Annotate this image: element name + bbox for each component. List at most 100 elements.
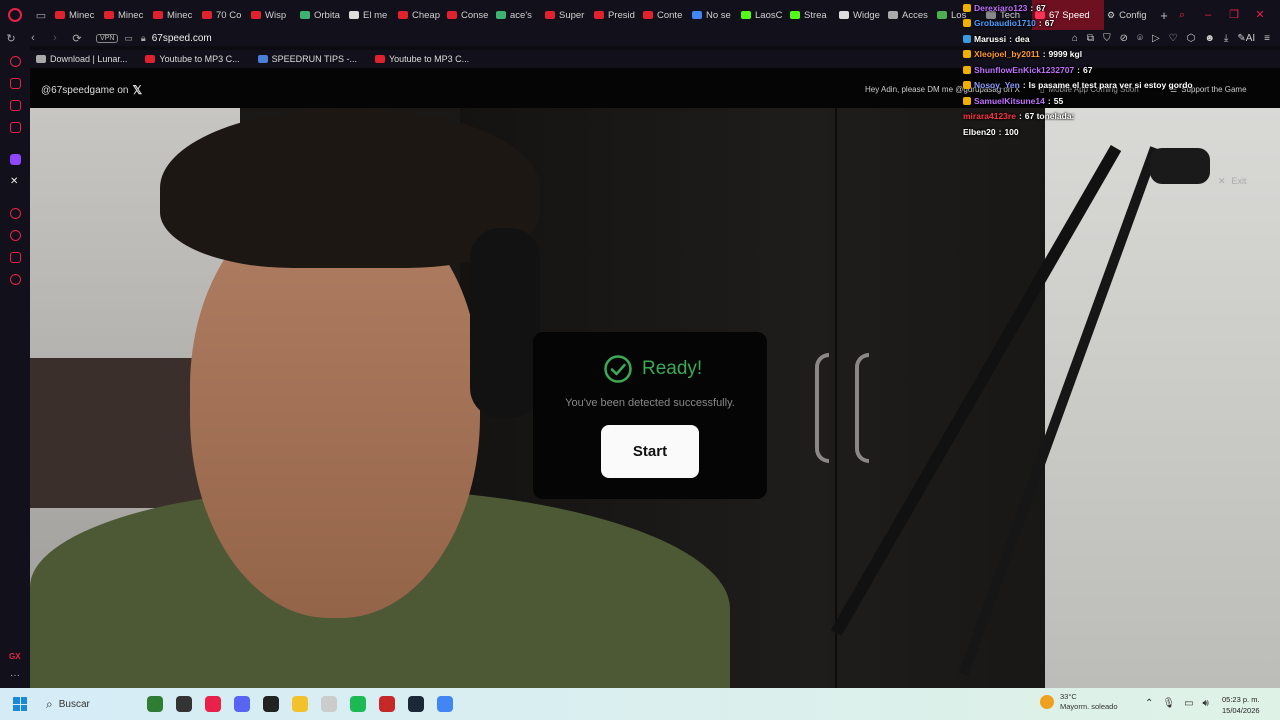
tab-favicon: [202, 11, 212, 19]
bookmark-item[interactable]: Download | Lunar...: [36, 54, 127, 64]
reload-tabs-icon[interactable]: ↻: [0, 32, 22, 45]
volume-icon[interactable]: 🔊︎: [1203, 698, 1209, 709]
taskbar-app-opera[interactable]: [198, 688, 227, 720]
taskbar-app-steam[interactable]: [401, 688, 430, 720]
tab[interactable]: Widge: [836, 0, 885, 30]
close-icon[interactable]: ✕: [1254, 9, 1266, 21]
download-icon[interactable]: ⤓: [1224, 33, 1228, 44]
tab-label: Conse: [461, 9, 489, 21]
chevron-up-icon[interactable]: ⌃: [1145, 698, 1153, 709]
ready-title: Ready!: [642, 358, 703, 379]
chat-message: Xleojoel_by2011:9999 kgl: [963, 47, 1203, 63]
tab[interactable]: Orbita: [297, 0, 346, 30]
wall-right: [1045, 108, 1280, 688]
chat-separator: :: [1042, 49, 1046, 60]
url-field[interactable]: 67speed.com: [152, 33, 212, 44]
taskbar-app-widgets[interactable]: [140, 688, 169, 720]
maximize-icon[interactable]: ❐: [1228, 9, 1240, 21]
taskbar-app-file-explorer-dark[interactable]: [169, 688, 198, 720]
chat-text: Is pasame el test para ver si estoy gord…: [1028, 80, 1193, 91]
clock[interactable]: 05:23 p. m. 15/04/2026: [1222, 694, 1260, 716]
taskbar-app-chrome[interactable]: [430, 688, 459, 720]
exit-button[interactable]: ✕ Exit: [1218, 176, 1247, 187]
back-icon[interactable]: ‹: [22, 32, 44, 44]
bookmark-item[interactable]: Youtube to MP3 C...: [145, 54, 240, 64]
network-icon[interactable]: ▭: [1184, 698, 1193, 709]
twitch-icon[interactable]: [10, 154, 21, 165]
tab[interactable]: Conte: [640, 0, 689, 30]
taskbar-app-discord[interactable]: [227, 688, 256, 720]
start-button-windows[interactable]: [0, 688, 40, 720]
tab[interactable]: Cheap: [395, 0, 444, 30]
tab[interactable]: No se: [689, 0, 738, 30]
x-logo-icon: 𝕏: [132, 83, 143, 97]
tab-favicon: [839, 11, 849, 19]
taskbar-app-spotify[interactable]: [343, 688, 372, 720]
chat-text: 100: [1004, 126, 1019, 137]
tab[interactable]: Minec: [52, 0, 101, 30]
tab-search-icon[interactable]: ▭: [30, 0, 52, 30]
player-icon[interactable]: [10, 208, 21, 219]
tab[interactable]: Super: [542, 0, 591, 30]
menu-icon[interactable]: ≡: [1264, 33, 1270, 44]
taskbar-app-game[interactable]: [372, 688, 401, 720]
bookmark-item[interactable]: SPEEDRUN TIPS -...: [257, 54, 357, 64]
weather-widget[interactable]: 33°C Mayorm. soleado: [1040, 692, 1118, 712]
chat-badge-icon: [963, 34, 971, 43]
opera-menu-button[interactable]: [0, 0, 30, 30]
speed-dial-icon[interactable]: [10, 56, 21, 67]
tab[interactable]: Minec: [101, 0, 150, 30]
taskbar-app-folder[interactable]: [285, 688, 314, 720]
tab-label: 70 Co: [216, 9, 242, 21]
chat-username: SamuelKitsune14: [974, 95, 1045, 106]
taskbar-apps: [140, 688, 459, 720]
tab[interactable]: Presid: [591, 0, 640, 30]
chat-text: 67 tonelada:: [1024, 111, 1075, 122]
taskbar-search[interactable]: ⌕ Buscar: [40, 692, 140, 716]
more-icon[interactable]: ···: [10, 670, 20, 681]
taskbar-app-tool[interactable]: [314, 688, 343, 720]
reload-icon[interactable]: ⟳: [66, 32, 88, 45]
chat-username: Marussi: [974, 33, 1007, 44]
bookmark-favicon: [257, 55, 268, 63]
tab[interactable]: Acces: [885, 0, 934, 30]
minimize-icon[interactable]: –: [1202, 9, 1214, 21]
start-button[interactable]: Start: [601, 425, 699, 478]
x-icon[interactable]: ✕: [10, 176, 21, 187]
ai-button[interactable]: ✎AI: [1237, 33, 1255, 44]
profile-icon[interactable]: ☻: [1204, 33, 1215, 44]
tab[interactable]: 70 Co: [199, 0, 248, 30]
extensions-icon[interactable]: [10, 252, 21, 263]
forward-icon[interactable]: ›: [44, 32, 66, 44]
tab-favicon: [300, 11, 310, 19]
social-link[interactable]: @67speedgame on 𝕏: [41, 83, 142, 97]
game-icon: [378, 696, 395, 712]
messenger-icon[interactable]: [10, 100, 21, 111]
news-icon[interactable]: [10, 122, 21, 133]
tab[interactable]: Strea: [787, 0, 836, 30]
bag-icon[interactable]: [10, 78, 21, 89]
mic-icon[interactable]: 🎙︎: [1162, 698, 1175, 709]
snapshot-icon[interactable]: ▭: [124, 33, 133, 44]
sidebar: ✕ GX ···: [0, 46, 30, 688]
chat-message: Marussi: dea: [963, 31, 1203, 47]
tab[interactable]: LaosC: [738, 0, 787, 30]
page-content: @67speedgame on 𝕏 Hey Adin, please DM me…: [30, 68, 1280, 688]
tab[interactable]: ace's: [493, 0, 542, 30]
history-icon[interactable]: [10, 230, 21, 241]
chat-separator: :: [1047, 95, 1051, 106]
bookmark-item[interactable]: Youtube to MP3 C...: [374, 54, 469, 64]
tab-favicon: [398, 11, 408, 19]
windows-logo-icon: [13, 697, 27, 711]
taskbar-app-media[interactable]: [256, 688, 285, 720]
tab[interactable]: Minec: [150, 0, 199, 30]
gx-logo[interactable]: GX: [9, 652, 21, 661]
chat-separator: :: [1038, 18, 1042, 29]
media-icon: [262, 696, 279, 712]
settings-icon[interactable]: [10, 274, 21, 285]
tab[interactable]: Conse: [444, 0, 493, 30]
tab[interactable]: El me: [346, 0, 395, 30]
tab[interactable]: Wisp: [248, 0, 297, 30]
vpn-badge[interactable]: VPN: [96, 33, 119, 43]
tab-favicon: [692, 11, 702, 19]
